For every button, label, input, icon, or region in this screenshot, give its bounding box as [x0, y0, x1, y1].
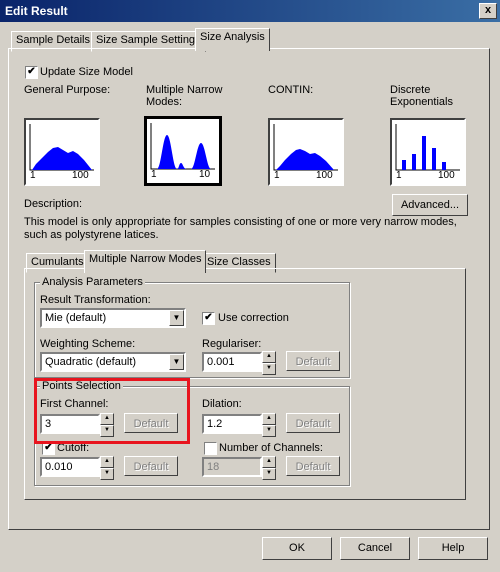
regulariser-default-button[interactable]: Default [286, 351, 340, 371]
axis-max-label: 100 [316, 170, 333, 181]
model-discrete-exponentials-thumbnail[interactable]: 1 100 [390, 118, 466, 186]
dilation-default-button[interactable]: Default [286, 413, 340, 433]
cancel-button[interactable]: Cancel [340, 537, 410, 560]
axis-min-label: 1 [151, 169, 157, 180]
update-size-model-label: Update Size Model [40, 66, 133, 78]
regulariser-value: 0.001 [207, 356, 235, 368]
model-label-general-purpose: General Purpose: [24, 84, 111, 96]
axis-max-label: 100 [438, 170, 455, 181]
title-bar [0, 0, 500, 22]
use-correction-label: Use correction [218, 312, 289, 324]
dilation-spinner[interactable]: ▲ ▼ [262, 413, 276, 437]
close-button[interactable]: x [479, 3, 497, 19]
axis-max-label: 10 [199, 169, 211, 180]
regulariser-input[interactable]: 0.001 [202, 352, 262, 372]
result-transformation-label: Result Transformation: [40, 294, 151, 306]
analysis-parameters-label: Analysis Parameters [40, 276, 145, 288]
cutoff-value: 0.010 [45, 461, 73, 473]
axis-max-label: 100 [72, 170, 89, 181]
axis-min-label: 1 [396, 170, 402, 181]
description-text: This model is only appropriate for sampl… [24, 216, 457, 241]
model-general-purpose-thumbnail[interactable]: 1 100 [24, 118, 100, 186]
dilation-input[interactable]: 1.2 [202, 414, 262, 434]
model-label-contin: CONTIN: [268, 84, 314, 96]
result-transformation-value: Mie (default) [45, 312, 107, 324]
weighting-scheme-value: Quadratic (default) [45, 356, 137, 368]
subtab-multiple-narrow-modes[interactable]: Multiple Narrow Modes [84, 250, 207, 273]
window-title: Edit Result [5, 4, 68, 18]
number-of-channels-value: 18 [207, 461, 220, 473]
axis-min-label: 1 [30, 170, 36, 181]
model-multiple-narrow-modes-thumbnail[interactable]: 1 10 [144, 116, 222, 186]
model-label-discrete-exponentials: Discrete Exponentials [390, 84, 453, 108]
ok-button[interactable]: OK [262, 537, 332, 560]
model-label-multiple-narrow-modes: Multiple Narrow Modes: [146, 84, 223, 108]
number-of-channels-spinner[interactable]: ▲ ▼ [262, 456, 276, 480]
axis-min-label: 1 [274, 170, 280, 181]
weighting-scheme-dropdown-button[interactable]: ▼ [169, 354, 184, 370]
number-of-channels-checkbox[interactable] [204, 442, 217, 455]
result-transformation-dropdown-button[interactable]: ▼ [169, 310, 184, 326]
use-correction-checkbox[interactable]: ✔ [202, 312, 215, 325]
result-transformation-select[interactable]: Mie (default) [40, 308, 186, 328]
regulariser-spinner[interactable]: ▲ ▼ [262, 351, 276, 375]
description-label: Description: [24, 198, 83, 210]
model-contin-thumbnail[interactable]: 1 100 [268, 118, 344, 186]
cutoff-default-button[interactable]: Default [124, 456, 178, 476]
dilation-value: 1.2 [207, 418, 223, 430]
weighting-scheme-label: Weighting Scheme: [40, 338, 136, 350]
update-size-model-checkbox[interactable]: ✔ [25, 66, 38, 79]
highlight-box [34, 378, 190, 444]
cutoff-spinner[interactable]: ▲ ▼ [100, 456, 114, 480]
number-of-channels-label: Number of Channels: [219, 442, 323, 454]
number-of-channels-default-button[interactable]: Default [286, 456, 340, 476]
help-button[interactable]: Help [418, 537, 488, 560]
tab-size-analysis[interactable]: Size Analysis [195, 28, 270, 51]
dilation-label: Dilation: [202, 398, 242, 410]
cutoff-input[interactable]: 0.010 [40, 457, 100, 477]
number-of-channels-input[interactable]: 18 [202, 457, 262, 477]
weighting-scheme-select[interactable]: Quadratic (default) [40, 352, 186, 372]
regulariser-label: Regulariser: [202, 338, 262, 350]
advanced-button[interactable]: Advanced... [392, 194, 468, 216]
